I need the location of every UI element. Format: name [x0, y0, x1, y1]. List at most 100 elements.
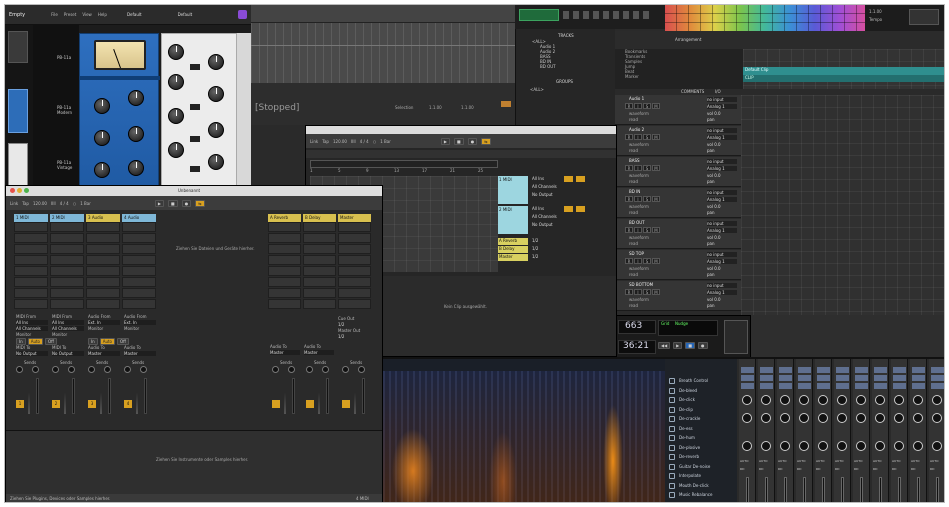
pt-vol-readout[interactable]: vol 0.0 — [707, 142, 721, 147]
ab2-stop-button[interactable]: ■ — [453, 137, 464, 145]
pt-vol-readout[interactable]: vol 0.0 — [707, 235, 721, 240]
iz-module-item[interactable]: De-plosive — [669, 444, 735, 453]
ab-arrangement-button[interactable]: ⇆ — [195, 199, 205, 207]
clip-slot[interactable] — [86, 222, 120, 232]
send-knob[interactable] — [288, 366, 295, 373]
clip-slot[interactable] — [122, 244, 156, 254]
bm-knob[interactable] — [894, 441, 904, 451]
pt-read-select[interactable]: read — [629, 148, 638, 153]
pt-stop-button[interactable]: ■ — [685, 342, 696, 349]
return-slot[interactable] — [268, 244, 301, 254]
pt-track-button[interactable]: I — [634, 227, 642, 233]
clip-slot[interactable] — [14, 222, 48, 232]
bm-insert-slot[interactable] — [874, 375, 887, 381]
ab2-output[interactable]: No Output — [532, 192, 553, 197]
return-header-3[interactable]: Master — [338, 214, 371, 222]
ab2-return-io[interactable]: 1/2 — [532, 254, 538, 259]
bm-knob[interactable] — [932, 395, 942, 405]
bm-insert-slot[interactable] — [779, 383, 792, 389]
clip-slot[interactable] — [86, 288, 120, 298]
bm-knob[interactable] — [875, 395, 885, 405]
ab-play-button[interactable]: ▶ — [154, 199, 164, 207]
pt-track-button[interactable]: R — [625, 258, 633, 264]
return-slot[interactable] — [338, 277, 371, 287]
pt-track-button[interactable]: M — [652, 196, 660, 202]
pt-output-select[interactable]: Analog 1 — [707, 290, 737, 295]
bm-knob[interactable] — [799, 413, 809, 423]
pt-track-button[interactable]: M — [652, 258, 660, 264]
ab2-track-header-2[interactable]: 2 MIDI — [498, 206, 528, 234]
return-slot[interactable] — [268, 277, 301, 287]
io-no-output-2[interactable]: No Output — [52, 351, 84, 356]
clip-slot[interactable] — [86, 233, 120, 243]
return-slot[interactable] — [268, 233, 301, 243]
mon-auto-3[interactable]: Auto — [99, 338, 116, 345]
ableton-scroll-button[interactable]: 4 MIDI — [356, 496, 369, 501]
bm-insert-slot[interactable] — [760, 367, 773, 373]
blue-knob-2[interactable] — [128, 90, 144, 106]
clip-slot[interactable] — [122, 266, 156, 276]
ret-master-a[interactable]: Master — [270, 350, 300, 355]
clip-slot[interactable] — [122, 233, 156, 243]
ab2-return-3[interactable]: Master — [498, 254, 528, 261]
pt-track-name[interactable]: Audio 1 — [629, 96, 644, 101]
return-slot[interactable] — [268, 288, 301, 298]
return-activator-button[interactable] — [272, 400, 280, 408]
rack-thumb-2[interactable] — [8, 89, 28, 133]
pt-read-select[interactable]: read — [629, 272, 638, 277]
clip-slot[interactable] — [50, 244, 84, 254]
pt-waveform-select[interactable]: waveform — [629, 111, 649, 116]
izotope-spectrogram[interactable] — [383, 359, 665, 502]
pt-waveform-select[interactable]: waveform — [629, 266, 649, 271]
return-slot[interactable] — [268, 255, 301, 265]
pt-track-button[interactable]: I — [634, 258, 642, 264]
clip-slot[interactable] — [50, 255, 84, 265]
pt-output-select[interactable]: Analog 1 — [707, 104, 737, 109]
clip-slot[interactable] — [86, 266, 120, 276]
blue-knob-5[interactable] — [94, 162, 110, 178]
return-slot[interactable] — [303, 244, 336, 254]
ab2-solo-button[interactable] — [576, 176, 585, 182]
white-knob-8[interactable] — [208, 154, 224, 170]
bm-knob[interactable] — [799, 441, 809, 451]
pt-track-button[interactable]: R — [625, 134, 633, 140]
mon-off-1[interactable]: Off — [45, 338, 57, 345]
white-knob-1[interactable] — [168, 44, 184, 60]
pt-pan-readout[interactable]: pan — [707, 117, 715, 122]
volume-fader[interactable] — [72, 378, 75, 414]
send-knob[interactable] — [272, 366, 279, 373]
iz-module-item[interactable]: De-hum — [669, 434, 735, 443]
bm-insert-slot[interactable] — [760, 375, 773, 381]
pt-track-button[interactable]: S — [643, 103, 651, 109]
mon-off-3[interactable]: Off — [117, 338, 129, 345]
return-slot[interactable] — [268, 266, 301, 276]
pt-track-button[interactable]: R — [625, 196, 633, 202]
ab-tap[interactable]: Tap — [22, 201, 29, 206]
clip-slot[interactable] — [50, 277, 84, 287]
bm-knob[interactable] — [780, 441, 790, 451]
return-slot[interactable] — [303, 266, 336, 276]
return-slot[interactable] — [338, 288, 371, 298]
pt-track-button[interactable]: I — [634, 289, 642, 295]
ret-master-b[interactable]: Master — [304, 350, 334, 355]
track-activator-button[interactable]: 2 — [52, 400, 60, 408]
bm-insert-slot[interactable] — [741, 367, 754, 373]
bm-insert-slot[interactable] — [893, 383, 906, 389]
clip-slot[interactable] — [50, 222, 84, 232]
pt-waveform-select[interactable]: waveform — [629, 142, 649, 147]
bm-knob[interactable] — [837, 441, 847, 451]
mon-in-1[interactable]: In — [16, 338, 26, 345]
send-knob[interactable] — [306, 366, 313, 373]
bm-insert-slot[interactable] — [798, 367, 811, 373]
bm-insert-slot[interactable] — [912, 367, 925, 373]
return-slot[interactable] — [303, 288, 336, 298]
bm-knob[interactable] — [780, 395, 790, 405]
pt-track-button[interactable]: M — [652, 165, 660, 171]
bm-insert-slot[interactable] — [836, 383, 849, 389]
rack-menu-file[interactable]: File — [51, 12, 58, 17]
return-slot[interactable] — [303, 299, 336, 309]
pt-pan-readout[interactable]: pan — [707, 179, 715, 184]
pt-vol-readout[interactable]: vol 0.0 — [707, 111, 721, 116]
pt-read-select[interactable]: read — [629, 179, 638, 184]
bm-fader[interactable] — [917, 477, 920, 502]
